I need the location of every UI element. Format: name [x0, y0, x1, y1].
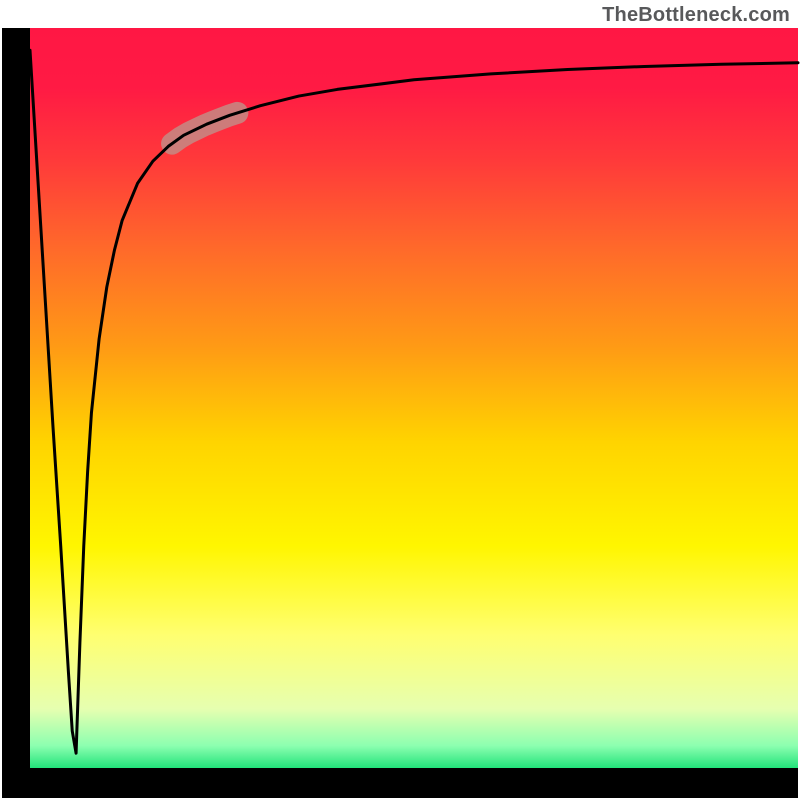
y-axis-band	[2, 28, 30, 798]
watermark-text: TheBottleneck.com	[602, 4, 790, 27]
heat-gradient	[30, 28, 798, 768]
x-axis-band	[2, 768, 798, 798]
bottleneck-chart	[0, 0, 800, 800]
chart-stage: TheBottleneck.com	[0, 0, 800, 800]
plot-area	[2, 28, 798, 798]
